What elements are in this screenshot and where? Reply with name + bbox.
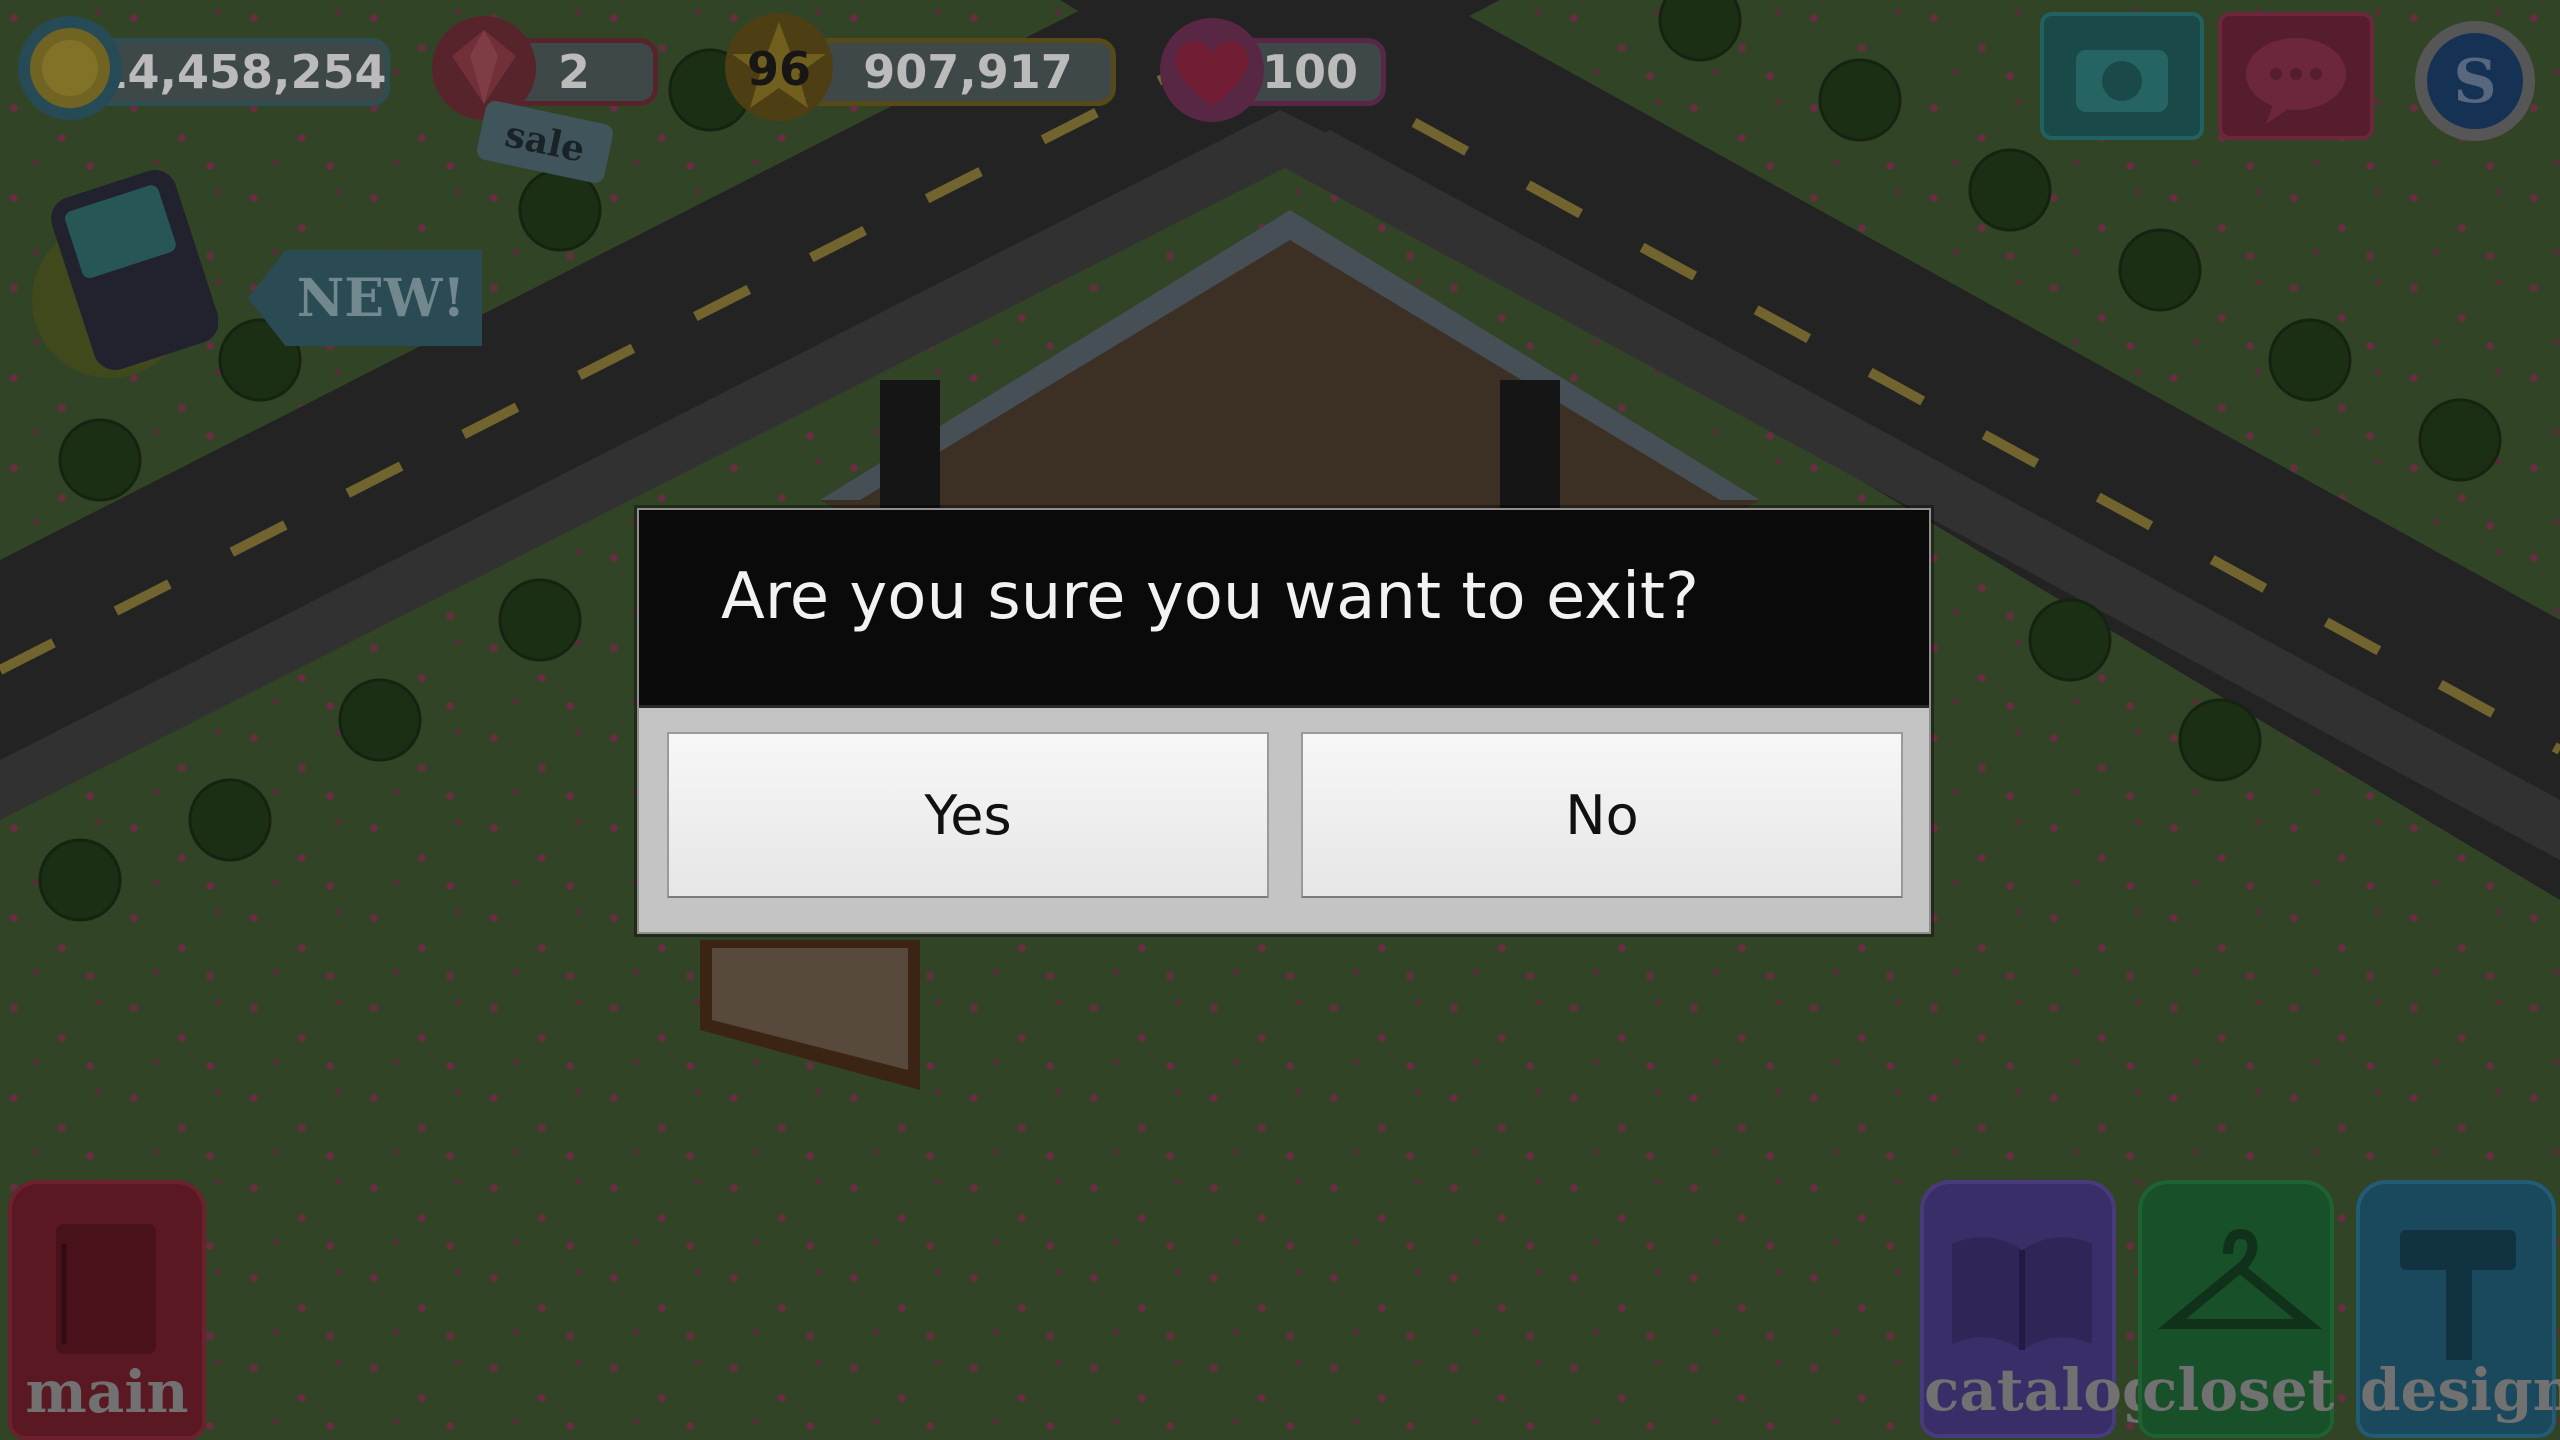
dialog-message: Are you sure you want to exit? [721, 560, 1699, 634]
yes-button-label: Yes [924, 783, 1012, 847]
dialog-header: Are you sure you want to exit? [639, 510, 1929, 708]
no-button[interactable]: No [1301, 732, 1903, 898]
exit-dialog: Are you sure you want to exit? Yes No [637, 508, 1931, 934]
no-button-label: No [1565, 783, 1639, 847]
yes-button[interactable]: Yes [667, 732, 1269, 898]
